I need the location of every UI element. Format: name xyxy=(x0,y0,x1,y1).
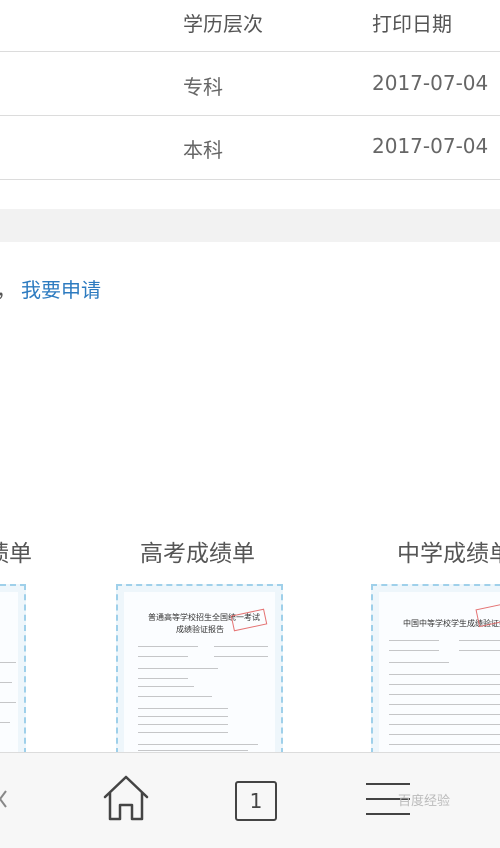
stamp-icon xyxy=(475,602,500,628)
sample-document-image[interactable] xyxy=(0,584,26,754)
tabs-button[interactable]: 1 xyxy=(235,781,277,821)
sample-title: 高考成绩单 xyxy=(140,541,255,567)
header-level: 学历层次 xyxy=(183,12,263,36)
apply-section: ， 我要申请 xyxy=(0,242,500,433)
apply-link[interactable]: 我要申请 xyxy=(21,274,101,303)
table-row[interactable]: 本科 2017-07-04 xyxy=(0,116,500,180)
home-button[interactable] xyxy=(101,773,151,825)
watermark: 百度经验 xyxy=(398,794,451,809)
table-header: 学历层次 打印日期 xyxy=(0,0,500,52)
sample-document-image[interactable]: 中国中等学校学生成绩验证报告 xyxy=(371,584,500,754)
back-button[interactable] xyxy=(0,773,12,825)
browser-toolbar: 1 百度经验 xyxy=(0,752,500,848)
sample-title: 中学成绩单 xyxy=(397,541,500,567)
row-level: 本科 xyxy=(183,138,223,162)
doc-subheading: 成绩验证报告 xyxy=(176,625,224,634)
home-icon xyxy=(103,775,149,821)
sample-title: 绩单 xyxy=(0,541,32,567)
sample-carousel[interactable]: 绩单 高考成绩单 中学成绩单 普通高等学校招生全国统一考试 成绩验证报告 xyxy=(0,432,500,754)
header-date: 打印日期 xyxy=(372,12,452,36)
row-date: 2017-07-04 xyxy=(372,71,489,95)
menu-icon xyxy=(366,783,410,785)
apply-prefix: ， xyxy=(0,274,16,303)
chevron-left-icon xyxy=(0,790,7,808)
sample-document-image[interactable]: 普通高等学校招生全国统一考试 成绩验证报告 xyxy=(116,584,283,754)
row-date: 2017-07-04 xyxy=(372,134,489,158)
table-row[interactable]: 专科 2017-07-04 xyxy=(0,52,500,116)
row-level: 专科 xyxy=(183,75,223,99)
section-divider xyxy=(0,209,500,242)
